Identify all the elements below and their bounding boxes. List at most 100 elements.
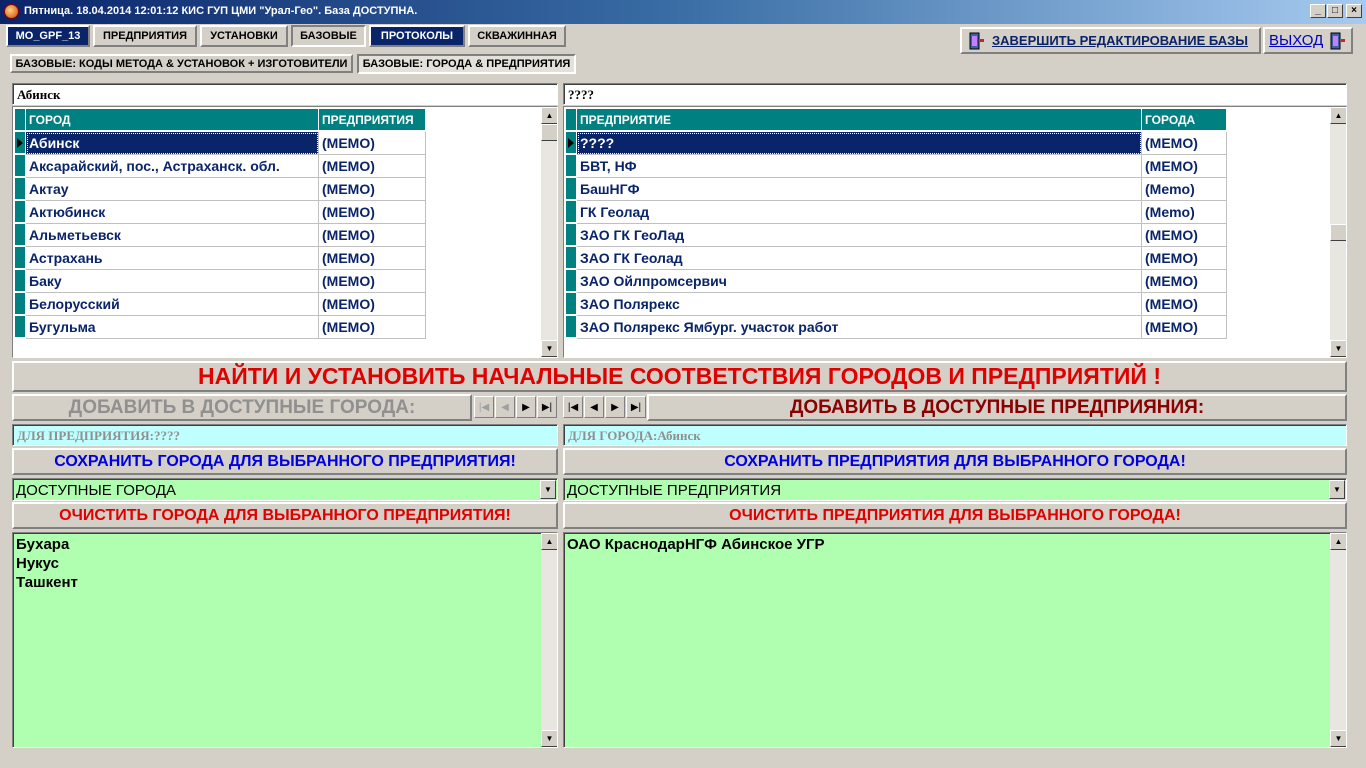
- row-indicator[interactable]: [15, 270, 25, 292]
- tab-base[interactable]: БАЗОВЫЕ: [291, 25, 366, 47]
- column-header-enterprises[interactable]: ПРЕДПРИЯТИЯ: [319, 109, 426, 131]
- table-cell-name[interactable]: Баку: [26, 270, 319, 293]
- table-cell-memo[interactable]: (MEMO): [1142, 132, 1227, 155]
- row-indicator[interactable]: [566, 155, 576, 177]
- cities-memo-scrollbar[interactable]: ▲ ▼: [541, 533, 557, 747]
- enterprises-grid[interactable]: ПРЕДПРИЯТИЕ ГОРОДА ???? (MEMO) БВТ, НФ (MEM…: [563, 106, 1347, 358]
- enterprises-nav-last-icon[interactable]: ▶|: [626, 396, 646, 418]
- cities-nav-first-icon[interactable]: |◀: [474, 396, 494, 418]
- table-cell-memo[interactable]: (MEMO): [319, 316, 426, 339]
- table-cell-name[interactable]: ????: [577, 132, 1142, 155]
- scroll-up-arrow-icon[interactable]: ▲: [1330, 533, 1346, 550]
- available-cities-select[interactable]: ДОСТУПНЫЕ ГОРОДА ▼: [12, 478, 558, 501]
- row-indicator[interactable]: [566, 224, 576, 246]
- tab-mo-gpf[interactable]: MO_GPF_13: [6, 25, 90, 47]
- table-cell-memo[interactable]: (MEMO): [319, 247, 426, 270]
- minimize-button[interactable]: _: [1310, 4, 1326, 18]
- scroll-down-arrow-icon[interactable]: ▼: [1330, 730, 1346, 747]
- scroll-thumb[interactable]: [541, 124, 557, 141]
- table-cell-memo[interactable]: (MEMO): [1142, 270, 1227, 293]
- table-cell-name[interactable]: ЗАО Полярекс Ямбург. участок работ: [577, 316, 1142, 339]
- row-indicator[interactable]: [15, 316, 25, 338]
- tab-protocols[interactable]: ПРОТОКОЛЫ: [369, 25, 465, 47]
- row-indicator[interactable]: [566, 270, 576, 292]
- city-search-input[interactable]: Абинск: [12, 83, 558, 105]
- table-cell-name[interactable]: Абинск: [26, 132, 319, 155]
- cities-grid[interactable]: ГОРОД ПРЕДПРИЯТИЯ Абинск (MEMO) Аксарайски…: [12, 106, 558, 358]
- maximize-button[interactable]: □: [1327, 4, 1343, 18]
- table-cell-memo[interactable]: (MEMO): [1142, 247, 1227, 270]
- table-cell-memo[interactable]: (MEMO): [1142, 316, 1227, 339]
- enterprises-grid-scrollbar[interactable]: ▲ ▼: [1330, 107, 1346, 357]
- table-cell-name[interactable]: ГК Геолад: [577, 201, 1142, 224]
- save-cities-button[interactable]: СОХРАНИТЬ ГОРОДА ДЛЯ ВЫБРАННОГО ПРЕДПРИЯ…: [12, 448, 558, 475]
- table-cell-memo[interactable]: (MEMO): [319, 132, 426, 155]
- table-cell-name[interactable]: Белорусский: [26, 293, 319, 316]
- row-indicator[interactable]: [566, 201, 576, 223]
- table-cell-name[interactable]: БашНГФ: [577, 178, 1142, 201]
- enterprises-memo[interactable]: ОАО КраснодарНГФ Абинское УГР ▲ ▼: [563, 532, 1347, 748]
- table-cell-memo[interactable]: (MEMO): [319, 178, 426, 201]
- row-indicator[interactable]: [566, 316, 576, 338]
- scroll-down-arrow-icon[interactable]: ▼: [541, 730, 557, 747]
- row-indicator[interactable]: [15, 247, 25, 269]
- row-indicator[interactable]: [566, 247, 576, 269]
- table-cell-name[interactable]: Альметьевск: [26, 224, 319, 247]
- row-indicator[interactable]: [15, 293, 25, 315]
- column-header-cities[interactable]: ГОРОДА: [1142, 109, 1227, 131]
- cities-grid-scrollbar[interactable]: ▲ ▼: [541, 107, 557, 357]
- table-cell-name[interactable]: Бугульма: [26, 316, 319, 339]
- enterprises-memo-scrollbar[interactable]: ▲ ▼: [1330, 533, 1346, 747]
- available-enterprises-select[interactable]: ДОСТУПНЫЕ ПРЕДПРИЯТИЯ ▼: [563, 478, 1347, 501]
- table-cell-name[interactable]: Актау: [26, 178, 319, 201]
- table-cell-name[interactable]: ЗАО ГК ГеоЛад: [577, 224, 1142, 247]
- scroll-thumb[interactable]: [1330, 224, 1346, 241]
- table-cell-name[interactable]: ЗАО ГК Геолад: [577, 247, 1142, 270]
- row-indicator[interactable]: [566, 293, 576, 315]
- table-cell-name[interactable]: Актюбинск: [26, 201, 319, 224]
- table-cell-memo[interactable]: (MEMO): [319, 293, 426, 316]
- finish-edit-button[interactable]: ЗАВЕРШИТЬ РЕДАКТИРОВАНИЕ БАЗЫ: [960, 27, 1261, 54]
- table-cell-memo[interactable]: (MEMO): [319, 155, 426, 178]
- chevron-down-icon[interactable]: ▼: [540, 480, 556, 499]
- table-cell-memo[interactable]: (MEMO): [1142, 224, 1227, 247]
- scroll-up-arrow-icon[interactable]: ▲: [1330, 107, 1346, 124]
- table-cell-memo[interactable]: (MEMO): [319, 224, 426, 247]
- row-indicator[interactable]: [15, 201, 25, 223]
- chevron-down-icon[interactable]: ▼: [1329, 480, 1345, 499]
- row-indicator[interactable]: [15, 178, 25, 200]
- find-matches-button[interactable]: НАЙТИ И УСТАНОВИТЬ НАЧАЛЬНЫЕ СООТВЕТСТВИ…: [12, 361, 1347, 392]
- tab-installations[interactable]: УСТАНОВКИ: [200, 25, 288, 47]
- column-header-city[interactable]: ГОРОД: [26, 109, 319, 131]
- subtab-method-codes[interactable]: БАЗОВЫЕ: КОДЫ МЕТОДА & УСТАНОВОК + ИЗГОТ…: [10, 54, 353, 73]
- table-cell-memo[interactable]: (Memo): [1142, 178, 1227, 201]
- save-enterprises-button[interactable]: СОХРАНИТЬ ПРЕДПРИЯТИЯ ДЛЯ ВЫБРАННОГО ГОР…: [563, 448, 1347, 475]
- table-cell-name[interactable]: Астрахань: [26, 247, 319, 270]
- scroll-down-arrow-icon[interactable]: ▼: [1330, 340, 1346, 357]
- enterprises-nav-prev-icon[interactable]: ◀: [584, 396, 604, 418]
- close-button[interactable]: ×: [1346, 4, 1362, 18]
- scroll-up-arrow-icon[interactable]: ▲: [541, 107, 557, 124]
- scroll-up-arrow-icon[interactable]: ▲: [541, 533, 557, 550]
- scroll-down-arrow-icon[interactable]: ▼: [541, 340, 557, 357]
- tab-well[interactable]: СКВАЖИННАЯ: [468, 25, 566, 47]
- cities-nav-next-icon[interactable]: ▶: [516, 396, 536, 418]
- cities-nav-last-icon[interactable]: ▶|: [537, 396, 557, 418]
- clear-enterprises-button[interactable]: ОЧИСТИТЬ ПРЕДПРИЯТИЯ ДЛЯ ВЫБРАННОГО ГОРО…: [563, 502, 1347, 529]
- table-cell-name[interactable]: Аксарайский, пос., Астраханск. обл.: [26, 155, 319, 178]
- table-cell-memo[interactable]: (MEMO): [319, 270, 426, 293]
- enterprises-nav-first-icon[interactable]: |◀: [563, 396, 583, 418]
- table-cell-memo[interactable]: (MEMO): [1142, 155, 1227, 178]
- row-indicator[interactable]: [15, 155, 25, 177]
- subtab-cities-enterprises[interactable]: БАЗОВЫЕ: ГОРОДА & ПРЕДПРИЯТИЯ: [357, 54, 576, 74]
- table-cell-memo[interactable]: (Memo): [1142, 201, 1227, 224]
- enterprise-search-input[interactable]: ????: [563, 83, 1347, 105]
- row-indicator[interactable]: [15, 132, 25, 154]
- table-cell-memo[interactable]: (MEMO): [1142, 293, 1227, 316]
- column-header-enterprise[interactable]: ПРЕДПРИЯТИЕ: [577, 109, 1142, 131]
- clear-cities-button[interactable]: ОЧИСТИТЬ ГОРОДА ДЛЯ ВЫБРАННОГО ПРЕДПРИЯТ…: [12, 502, 558, 529]
- row-indicator[interactable]: [15, 224, 25, 246]
- cities-nav-prev-icon[interactable]: ◀: [495, 396, 515, 418]
- row-indicator[interactable]: [566, 132, 576, 154]
- enterprises-nav-next-icon[interactable]: ▶: [605, 396, 625, 418]
